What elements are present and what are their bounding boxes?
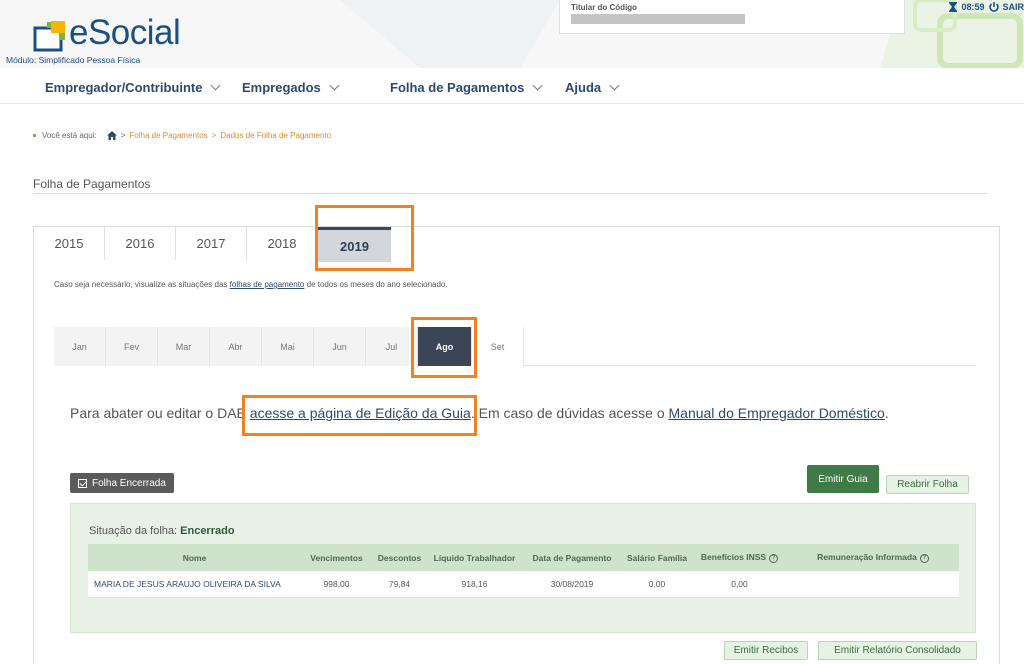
col-beneficios-inss: Benefícios INSS? xyxy=(692,552,787,563)
col-nome: Nome xyxy=(182,552,207,563)
cell-nome[interactable]: MARIA DE JESUS ARAUJO OLIVEIRA DA SILVA xyxy=(88,579,301,589)
folha-panel: 2015 2016 2017 2018 2019 Caso seja neces… xyxy=(33,226,1000,664)
col-vencimentos: Vencimentos xyxy=(310,552,363,563)
help-icon[interactable]: ? xyxy=(769,553,779,563)
tab-ago[interactable]: Ago xyxy=(418,327,472,366)
titular-redacted xyxy=(571,14,745,24)
session-time: 08:59 xyxy=(961,2,985,12)
power-icon xyxy=(989,2,1000,12)
header: eSocial Módulo: Simplificado Pessoa Físi… xyxy=(0,0,1024,68)
tab-jun[interactable]: Jun xyxy=(314,327,366,366)
folha-table: Nome Vencimentos Descontos Líquido Traba… xyxy=(88,544,959,598)
titular-panel: Titular do Código xyxy=(559,0,905,34)
tab-2017[interactable]: 2017 xyxy=(176,227,247,260)
nav-ajuda-label: Ajuda xyxy=(565,80,602,95)
cell-data-pagamento: 30/08/2019 xyxy=(550,579,594,589)
bullet-icon xyxy=(33,134,36,137)
tab-2018[interactable]: 2018 xyxy=(247,227,318,260)
cell-descontos: 79,84 xyxy=(388,579,411,589)
tab-jan[interactable]: Jan xyxy=(54,327,106,366)
checkbox-icon xyxy=(78,478,87,488)
dae-msg-middle: . Em caso de dúvidas acesse o xyxy=(470,405,669,421)
emitir-recibos-button[interactable]: Emitir Recibos xyxy=(724,641,808,660)
nav-empregados[interactable]: Empregados xyxy=(242,80,340,95)
manual-empregador-link[interactable]: Manual do Empregador Doméstico xyxy=(669,405,885,421)
tab-mar[interactable]: Mar xyxy=(158,327,210,366)
cell-liquido: 918,16 xyxy=(461,579,488,589)
module-label: Módulo: Simplificado Pessoa Física xyxy=(6,55,141,65)
logout-button[interactable]: SAIR xyxy=(988,1,1024,13)
dae-msg-after: . xyxy=(884,405,889,421)
tab-abr[interactable]: Abr xyxy=(210,327,262,366)
breadcrumb-prefix: Você está aqui: xyxy=(42,131,97,140)
chevron-down-icon xyxy=(609,80,620,91)
edicao-guia-link[interactable]: acesse a página de Edição da Guia xyxy=(250,405,471,421)
col-data-pagamento: Data de Pagamento xyxy=(532,552,612,563)
emitir-guia-button[interactable]: Emitir Guia xyxy=(807,465,879,493)
table-header: Nome Vencimentos Descontos Líquido Traba… xyxy=(88,544,959,571)
dae-message: Para abater ou editar o DAE acesse a pág… xyxy=(70,405,889,421)
nav-empregados-label: Empregados xyxy=(242,80,321,95)
esocial-logo[interactable]: eSocial xyxy=(33,13,181,52)
col-salario-familia: Salário Família xyxy=(627,552,687,563)
page-title: Folha de Pagamentos xyxy=(33,177,151,191)
tab-mai[interactable]: Mai xyxy=(262,327,314,366)
chevron-down-icon xyxy=(532,80,543,91)
col-remuneracao-label: Remuneração Informada xyxy=(817,552,917,563)
dae-msg-before: Para abater ou editar o DAE xyxy=(70,405,250,421)
tab-set[interactable]: Set xyxy=(472,327,524,366)
nav-folha[interactable]: Folha de Pagamentos xyxy=(390,80,543,95)
tab-2016[interactable]: 2016 xyxy=(105,227,176,260)
session-info: 08:59 SAIR xyxy=(949,0,1024,14)
title-divider xyxy=(33,193,987,194)
hourglass-icon xyxy=(949,2,958,12)
nav-empregador-label: Empregador/Contribuinte xyxy=(45,80,203,95)
logout-label: SAIR xyxy=(1002,2,1024,12)
logo-text: eSocial xyxy=(69,13,181,52)
breadcrumb-separator: > xyxy=(120,131,126,140)
tab-2019[interactable]: 2019 xyxy=(318,227,391,262)
col-beneficios-label: Benefícios INSS xyxy=(700,552,767,563)
emitir-relatorio-button[interactable]: Emitir Relatório Consolidado xyxy=(818,641,977,660)
tab-2015[interactable]: 2015 xyxy=(34,227,105,260)
status-badge-label: Folha Encerrada xyxy=(92,477,166,489)
tab-jul[interactable]: Jul xyxy=(366,327,418,366)
folha-summary: Situação da folha: Encerrado Nome Vencim… xyxy=(70,503,976,633)
table-row: MARIA DE JESUS ARAUJO OLIVEIRA DA SILVA … xyxy=(88,571,959,598)
situacao-folha: Situação da folha: Encerrado xyxy=(89,525,235,537)
col-descontos: Descontos xyxy=(377,552,422,563)
help-icon[interactable]: ? xyxy=(919,553,929,563)
status-badge: Folha Encerrada xyxy=(70,473,174,493)
breadcrumb: Você está aqui: > Folha de Pagamentos > … xyxy=(33,131,331,140)
year-note-before: Caso seja necessário, visualize as situa… xyxy=(54,280,230,289)
cell-beneficios-inss: 0,00 xyxy=(731,579,748,589)
year-note-after: de todos os meses do ano selecionado. xyxy=(304,280,448,289)
col-remuneracao: Remuneração Informada? xyxy=(787,552,959,563)
breadcrumb-separator: > xyxy=(211,131,217,140)
main-nav: Empregador/Contribuinte Empregados Folha… xyxy=(0,68,1024,104)
year-tabs: 2015 2016 2017 2018 2019 xyxy=(34,227,391,262)
cell-salario-familia: 0,00 xyxy=(648,579,666,589)
home-icon[interactable] xyxy=(106,131,117,140)
situacao-label: Situação da folha: xyxy=(89,525,178,537)
nav-empregador[interactable]: Empregador/Contribuinte xyxy=(45,80,221,95)
folhas-pagamento-link[interactable]: folhas de pagamento xyxy=(230,280,305,289)
esocial-logo-icon xyxy=(33,21,65,52)
tab-fev[interactable]: Fev xyxy=(106,327,158,366)
titular-label: Titular do Código xyxy=(571,3,638,12)
cell-vencimentos: 998,00 xyxy=(323,579,350,589)
breadcrumb-dados: Dados de Folha de Pagamento xyxy=(220,131,332,140)
month-tabs: Jan Fev Mar Abr Mai Jun Jul Ago Set xyxy=(54,327,976,366)
chevron-down-icon xyxy=(329,80,340,91)
breadcrumb-folha[interactable]: Folha de Pagamentos xyxy=(129,131,207,140)
chevron-down-icon xyxy=(211,80,221,91)
nav-folha-label: Folha de Pagamentos xyxy=(390,80,525,95)
situacao-value: Encerrado xyxy=(180,525,235,537)
year-note: Caso seja necessário, visualize as situa… xyxy=(54,280,448,289)
nav-ajuda[interactable]: Ajuda xyxy=(565,80,620,95)
col-liquido: Líquido Trabalhador xyxy=(433,552,516,563)
reabrir-folha-button[interactable]: Reabrir Folha xyxy=(886,475,969,494)
